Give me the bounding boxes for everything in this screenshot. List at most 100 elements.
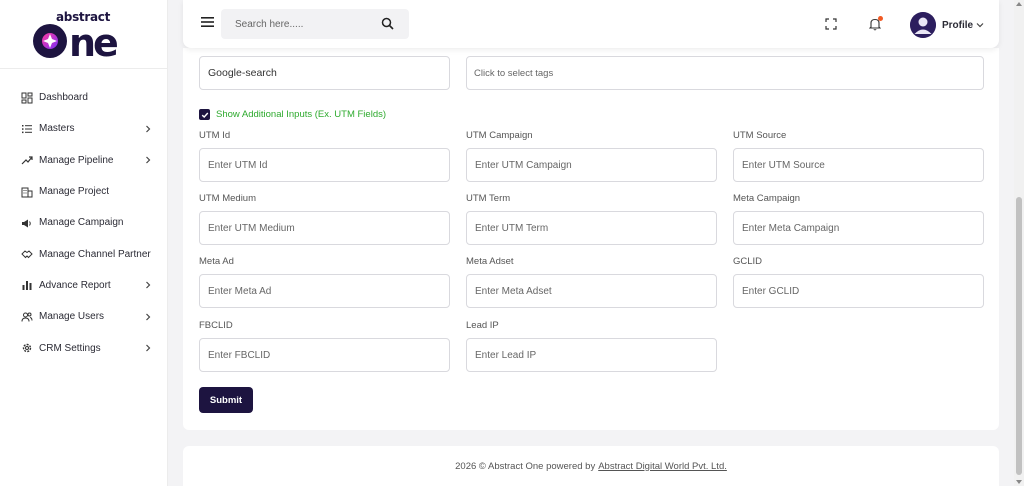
form-card: Click to select tags Show Additional Inp… [183,48,999,430]
gclid-field[interactable] [733,274,984,308]
sidebar-item-label: Manage Campaign [39,217,124,229]
utm-medium-label: UTM Medium [199,193,257,204]
search-box [221,9,409,39]
scrollbar-thumb[interactable] [1016,197,1022,475]
utm-campaign-label: UTM Campaign [466,130,533,141]
sidebar-item-manage-campaign[interactable]: Manage Campaign [0,207,167,238]
fullscreen-icon[interactable] [825,18,837,30]
scroll-up-arrow-icon[interactable] [1016,2,1022,6]
utm-campaign-field[interactable] [466,148,717,182]
sidebar-item-label: Manage Pipeline [39,154,114,166]
sidebar: abstract ne Dashboard Masters Manage Pip… [0,0,168,486]
utm-source-label: UTM Source [733,130,787,141]
sidebar-item-masters[interactable]: Masters [0,113,167,144]
page-scrollbar[interactable] [1014,0,1024,486]
meta-adset-label: Meta Adset [466,256,514,267]
tags-placeholder: Click to select tags [474,67,554,79]
utm-term-label: UTM Term [466,193,511,204]
utm-term-input[interactable] [467,212,716,244]
checkmark-icon [201,112,208,118]
meta-campaign-input[interactable] [734,212,983,244]
sidebar-item-advance-report[interactable]: Advance Report [0,270,167,301]
sidebar-item-manage-project[interactable]: Manage Project [0,176,167,207]
sidebar-item-label: Dashboard [39,92,88,104]
sidebar-item-manage-channel-partner[interactable]: Manage Channel Partner [0,238,167,269]
source-input[interactable] [200,57,449,89]
meta-campaign-label: Meta Campaign [733,193,801,204]
bar-chart-icon [21,279,33,291]
sidebar-item-crm-settings[interactable]: CRM Settings [0,332,167,363]
svg-text:ne: ne [69,22,117,62]
notification-button[interactable] [868,16,883,31]
meta-adset-input[interactable] [467,275,716,307]
utm-id-label: UTM Id [199,130,231,141]
chevron-right-icon [146,281,151,289]
sidebar-item-label: Advance Report [39,279,111,291]
sidebar-item-label: Masters [39,123,75,135]
additional-inputs-label: Show Additional Inputs (Ex. UTM Fields) [216,109,387,120]
chevron-right-icon [146,344,151,352]
sidebar-item-dashboard[interactable]: Dashboard [0,82,167,113]
additional-inputs-toggle[interactable]: Show Additional Inputs (Ex. UTM Fields) [199,109,386,120]
fbclid-label: FBCLID [199,320,233,331]
submit-button[interactable]: Submit [199,387,253,413]
additional-inputs-checkbox[interactable] [199,109,210,120]
scroll-down-arrow-icon[interactable] [1016,480,1022,484]
footer-text: 2026 © Abstract One powered by [455,460,596,472]
lead-ip-field[interactable] [466,338,717,372]
chevron-right-icon [146,125,151,133]
tags-select[interactable]: Click to select tags [466,56,984,90]
hamburger-menu-icon[interactable] [201,16,215,28]
utm-id-input[interactable] [200,149,449,181]
pipeline-icon [21,154,33,166]
building-icon [21,186,33,198]
user-avatar-icon [910,12,936,38]
meta-ad-label: Meta Ad [199,256,234,267]
profile-label: Profile [942,19,974,31]
meta-adset-field[interactable] [466,274,717,308]
gclid-label: GCLID [733,256,763,267]
utm-source-field[interactable] [733,148,984,182]
users-icon [21,311,33,323]
chevron-down-icon [976,23,984,28]
brand-logo[interactable]: abstract ne [0,0,167,69]
footer: 2026 © Abstract One powered by Abstract … [183,446,999,486]
utm-medium-input[interactable] [200,212,449,244]
footer-company-link[interactable]: Abstract Digital World Pvt. Ltd. [598,461,727,472]
top-header: Profile [183,0,999,48]
sidebar-item-manage-users[interactable]: Manage Users [0,301,167,332]
avatar [910,12,936,38]
chevron-right-icon [146,156,151,164]
sidebar-nav: Dashboard Masters Manage Pipeline Manage… [0,69,167,364]
gear-icon [21,342,33,354]
chevron-right-icon [146,313,151,321]
dashboard-icon [21,92,33,104]
lead-ip-label: Lead IP [466,320,499,331]
profile-menu[interactable]: Profile [910,12,984,38]
logo-one-mark: ne [33,22,120,62]
fbclid-field[interactable] [199,338,450,372]
megaphone-icon [21,217,33,229]
sidebar-item-label: Manage Project [39,186,110,198]
notification-dot [878,16,883,21]
sidebar-item-label: Manage Channel Partner [39,248,151,260]
utm-campaign-input[interactable] [467,149,716,181]
sidebar-item-manage-pipeline[interactable]: Manage Pipeline [0,145,167,176]
meta-ad-input[interactable] [200,275,449,307]
search-icon[interactable] [381,17,394,30]
meta-campaign-field[interactable] [733,211,984,245]
utm-term-field[interactable] [466,211,717,245]
utm-medium-field[interactable] [199,211,450,245]
list-icon [21,123,33,135]
utm-id-field[interactable] [199,148,450,182]
gclid-input[interactable] [734,275,983,307]
utm-source-input[interactable] [734,149,983,181]
sidebar-item-label: CRM Settings [39,342,101,354]
meta-ad-field[interactable] [199,274,450,308]
handshake-icon [21,248,33,260]
fbclid-input[interactable] [200,339,449,371]
sidebar-item-label: Manage Users [39,311,105,323]
lead-ip-input[interactable] [467,339,716,371]
search-input[interactable] [221,9,371,39]
source-field[interactable] [199,56,450,90]
